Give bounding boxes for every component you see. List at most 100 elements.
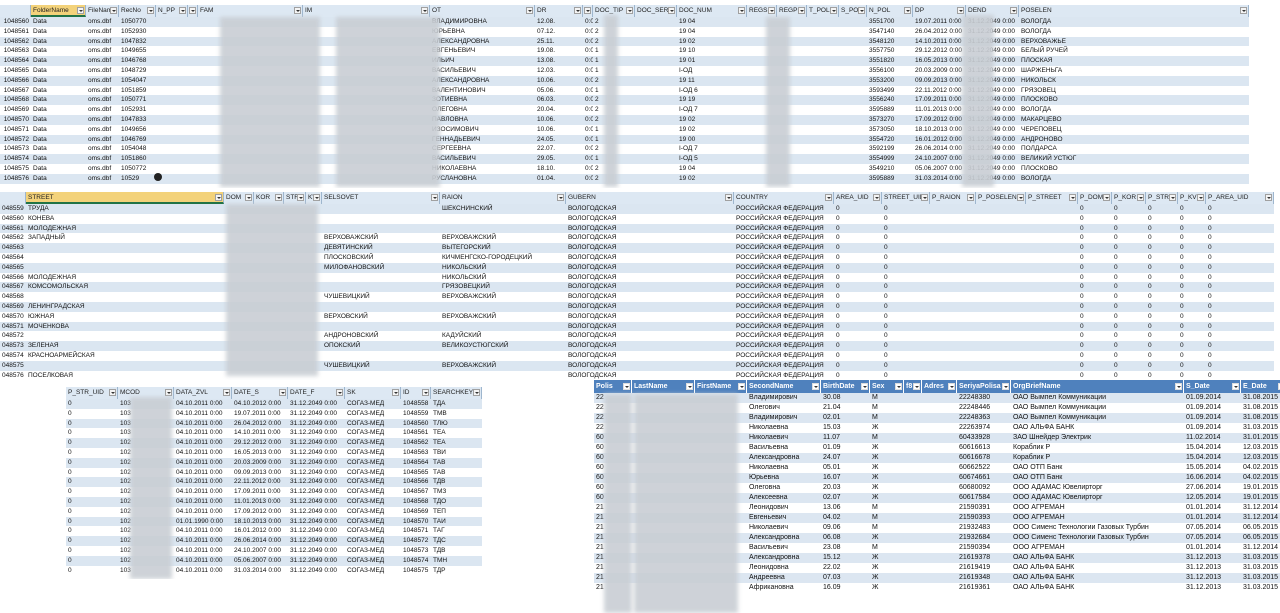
- filter-dropdown-icon[interactable]: [686, 383, 693, 390]
- table-cell[interactable]: РОССИЙСКАЯ ФЕДЕРАЦИЯ: [734, 273, 834, 283]
- table-cell[interactable]: [904, 493, 922, 503]
- table-cell[interactable]: 0: [1078, 204, 1112, 214]
- table-cell[interactable]: 01.04.: [535, 174, 583, 184]
- table-cell[interactable]: Ж: [870, 493, 904, 503]
- table-cell[interactable]: ВОЛОГОДСКАЯ: [566, 233, 734, 243]
- table-cell[interactable]: 1048566: [401, 477, 431, 487]
- table-cell[interactable]: 0: [834, 331, 882, 341]
- table-cell[interactable]: [922, 463, 957, 473]
- table-cell[interactable]: [930, 302, 976, 312]
- table-cell[interactable]: [807, 135, 839, 145]
- table-row[interactable]: 048561 МОЛОДЕЖНАЯ ВОЛОГОДСКАЯ РОССИЙСКАЯ ФЕ…: [0, 223, 1274, 234]
- table-row[interactable]: 0 102 04.10.2011 0:00 24.10.2007 0:00 31.12.…: [66, 546, 482, 556]
- table-cell[interactable]: [839, 135, 867, 145]
- table-cell[interactable]: 0: [1206, 214, 1274, 224]
- table-cell[interactable]: 0:00: [583, 144, 593, 154]
- table-cell[interactable]: 1048560: [401, 419, 431, 429]
- table-cell[interactable]: 0: [1112, 224, 1146, 234]
- table-cell[interactable]: [930, 341, 976, 351]
- table-cell[interactable]: 0:00: [583, 76, 593, 86]
- column-header-firstname[interactable]: FirstName: [695, 380, 747, 393]
- table-cell[interactable]: М: [870, 403, 904, 413]
- table-cell[interactable]: 60433928: [957, 433, 1011, 443]
- table-cell[interactable]: 048569: [0, 302, 26, 312]
- table-cell[interactable]: 29.05.: [535, 154, 583, 164]
- table-cell[interactable]: 12.03.2015: [1241, 443, 1280, 453]
- table-cell[interactable]: ВОЛОГОДСКАЯ: [566, 341, 734, 351]
- table-cell[interactable]: 3557750: [867, 46, 913, 56]
- table-cell[interactable]: [188, 17, 198, 27]
- table-cell[interactable]: ЛЕНИНГРАДСКАЯ: [26, 302, 224, 312]
- table-cell[interactable]: [188, 37, 198, 47]
- table-cell[interactable]: 0: [1206, 351, 1274, 361]
- table-row[interactable]: 0 103 04.10.2011 0:00 04.10.2012 0:00 31.12.…: [66, 399, 482, 409]
- table-cell[interactable]: 0: [1112, 331, 1146, 341]
- table-cell[interactable]: 1048568: [0, 95, 31, 105]
- table-cell[interactable]: 07.03: [821, 573, 870, 583]
- table-cell[interactable]: Data: [31, 56, 86, 66]
- table-cell[interactable]: АЛЕКСАНДРОВНА: [430, 37, 535, 47]
- table-cell[interactable]: [922, 583, 957, 593]
- table-cell[interactable]: 22.07.: [535, 144, 583, 154]
- table-cell[interactable]: [1026, 302, 1078, 312]
- table-cell[interactable]: ВОЛОГОДСКАЯ: [566, 282, 734, 292]
- table-cell[interactable]: 0:00: [583, 105, 593, 115]
- table-cell[interactable]: НИКОЛЬСКИЙ: [440, 273, 566, 283]
- table-cell[interactable]: Ж: [870, 423, 904, 433]
- table-cell[interactable]: Data: [31, 86, 86, 96]
- column-header-data-zvl[interactable]: DATA_ZVL: [174, 387, 232, 399]
- table-cell[interactable]: М: [870, 393, 904, 403]
- table-cell[interactable]: 0:00: [583, 56, 593, 66]
- table-cell[interactable]: 12.08.: [535, 17, 583, 27]
- filter-dropdown-icon[interactable]: [574, 7, 581, 14]
- table-cell[interactable]: БЕЛЫЙ РУЧЕЙ: [1019, 46, 1249, 56]
- table-cell[interactable]: М: [870, 503, 904, 513]
- table-cell[interactable]: 04.10.2011 0:00: [174, 409, 232, 419]
- table-cell[interactable]: [635, 164, 677, 174]
- table-cell[interactable]: 0: [834, 322, 882, 332]
- table-cell[interactable]: 15.04.2014: [1184, 453, 1241, 463]
- table-cell[interactable]: [188, 154, 198, 164]
- table-cell[interactable]: 0: [1146, 214, 1178, 224]
- filter-dropdown-icon[interactable]: [275, 194, 282, 201]
- table-cell[interactable]: РОССИЙСКАЯ ФЕДЕРАЦИЯ: [734, 361, 834, 371]
- table-cell[interactable]: [322, 282, 440, 292]
- table-cell[interactable]: oms.dbf: [86, 154, 119, 164]
- table-cell[interactable]: 0: [1146, 273, 1178, 283]
- table-cell[interactable]: 048570: [0, 312, 26, 322]
- table-row[interactable]: 048566 МОЛОДЕЖНАЯ НИКОЛЬСКИЙ ВОЛОГОДСКАЯ РОС…: [0, 273, 1274, 283]
- table-cell[interactable]: 0: [882, 224, 930, 234]
- table-cell[interactable]: 0: [882, 273, 930, 283]
- table-cell[interactable]: ТДВ: [431, 477, 482, 487]
- filter-dropdown-icon[interactable]: [1169, 194, 1176, 201]
- table-cell[interactable]: ТЕП: [431, 507, 482, 517]
- table-cell[interactable]: 11.07: [821, 433, 870, 443]
- table-cell[interactable]: 0: [66, 536, 118, 546]
- table-cell[interactable]: 20.03.2009 0:00: [913, 66, 966, 76]
- table-cell[interactable]: ВЕРХОВАЖСКИЙ: [440, 312, 566, 322]
- table-cell[interactable]: [930, 371, 976, 380]
- table-cell[interactable]: Data: [31, 125, 86, 135]
- table-cell[interactable]: [922, 473, 957, 483]
- table-cell[interactable]: ОАО АЛЬФА БАНК: [1011, 573, 1184, 583]
- table-cell[interactable]: 31.12.2049 0:00: [288, 546, 345, 556]
- table-cell[interactable]: [930, 263, 976, 273]
- table-cell[interactable]: 04.10.2011 0:00: [174, 536, 232, 546]
- table-cell[interactable]: [839, 174, 867, 184]
- table-cell[interactable]: 0: [834, 224, 882, 234]
- table-cell[interactable]: 21932684: [957, 533, 1011, 543]
- table-cell[interactable]: 0: [1146, 351, 1178, 361]
- table-cell[interactable]: Ж: [870, 443, 904, 453]
- table-cell[interactable]: 04.10.2011 0:00: [174, 419, 232, 429]
- table-cell[interactable]: [807, 17, 839, 27]
- table-cell[interactable]: [188, 144, 198, 154]
- table-cell[interactable]: 0: [1112, 253, 1146, 263]
- column-header-p-poselen[interactable]: P_POSELEN: [976, 192, 1026, 204]
- table-cell[interactable]: 31.12.2049 0:00: [288, 399, 345, 409]
- table-cell[interactable]: 0: [1178, 263, 1206, 273]
- table-row[interactable]: 1048571 Data oms.dbf 1049656 ИЗОСИМОВИЧ 10.06…: [0, 125, 1249, 135]
- table-cell[interactable]: ВЕРХОВСКИЙ: [322, 312, 440, 322]
- table-cell[interactable]: [1026, 253, 1078, 263]
- filter-dropdown-icon[interactable]: [1265, 194, 1272, 201]
- column-header-street-uid[interactable]: STREET_UID: [882, 192, 930, 204]
